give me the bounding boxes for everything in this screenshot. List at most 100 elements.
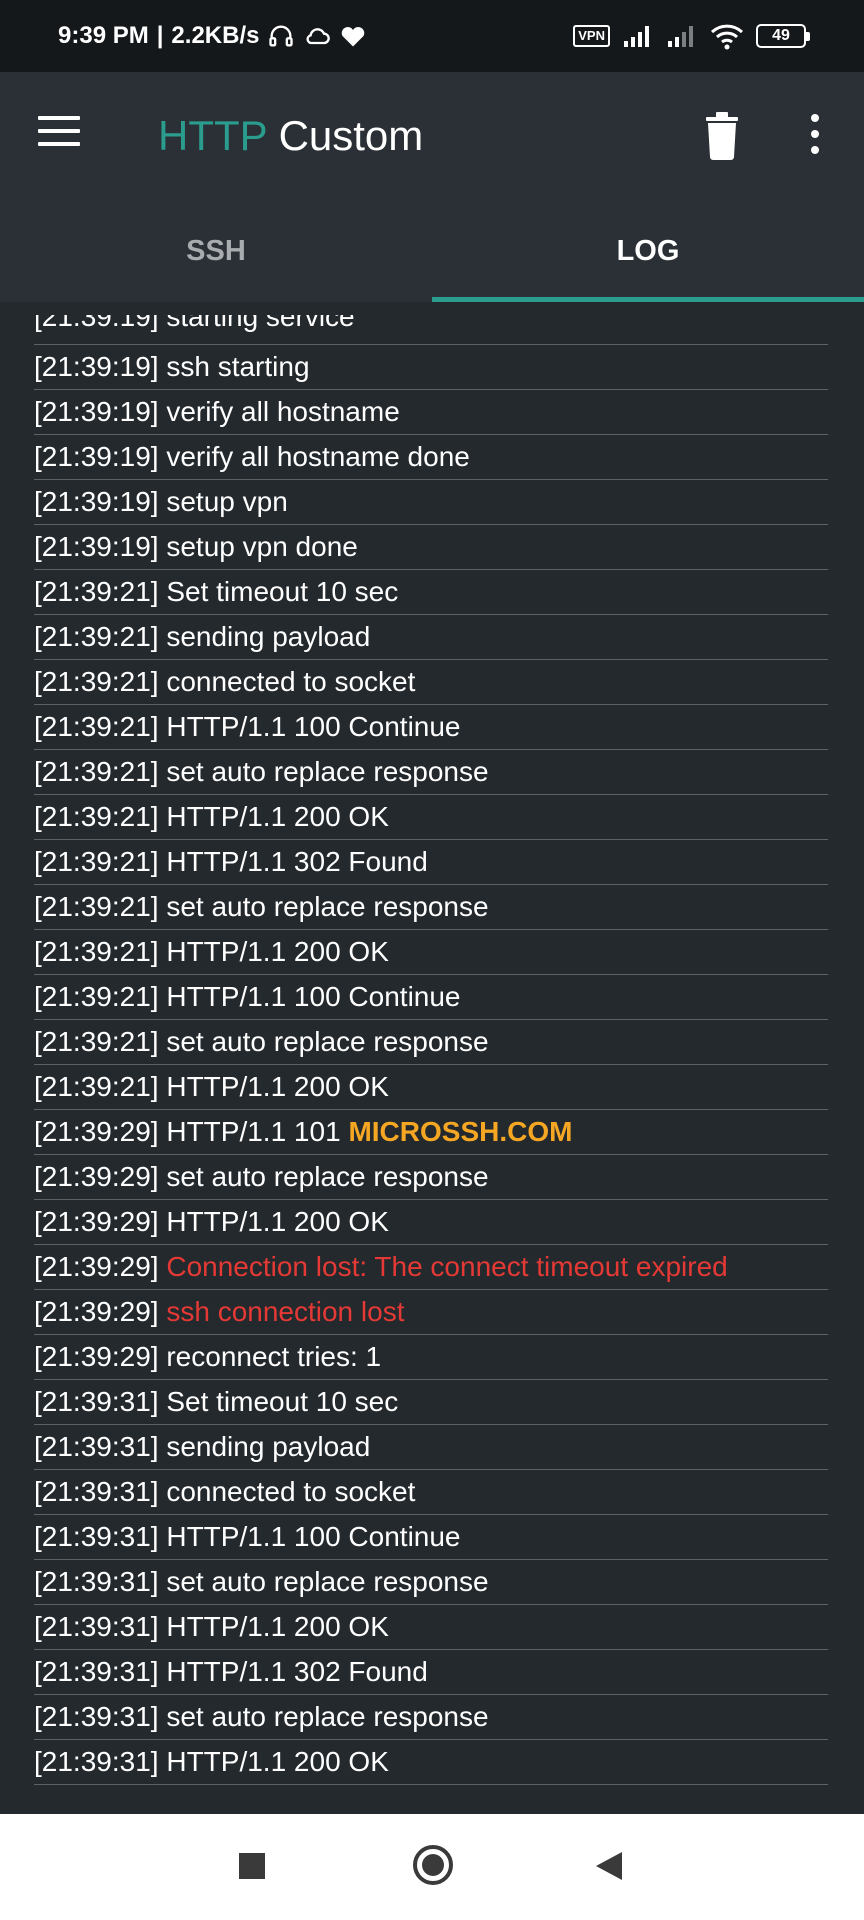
log-error-message: ssh connection lost (166, 1296, 405, 1327)
log-timestamp: [21:39:29] (34, 1296, 159, 1327)
log-entry: [21:39:21] HTTP/1.1 100 Continue (34, 975, 828, 1020)
log-entry: [21:39:19] setup vpn (34, 480, 828, 525)
log-message: reconnect tries: 1 (166, 1341, 382, 1372)
status-time: 9:39 PM (58, 22, 149, 49)
log-entry: [21:39:21] HTTP/1.1 100 Continue (34, 705, 828, 750)
tab-ssh[interactable]: SSH (0, 200, 432, 302)
log-timestamp: [21:39:29] (34, 1161, 159, 1192)
log-error-message: Connection lost: The connect timeout exp… (166, 1251, 728, 1282)
log-timestamp: [21:39:19] (34, 441, 159, 472)
log-message: ssh starting (166, 351, 310, 382)
log-entry: [21:39:21] Set timeout 10 sec (34, 570, 828, 615)
log-timestamp: [21:39:21] (34, 576, 159, 607)
wifi-icon (710, 24, 744, 50)
log-message: HTTP/1.1 100 Continue (166, 981, 461, 1012)
log-timestamp: [21:39:21] (34, 666, 159, 697)
log-entry: [21:39:29] set auto replace response (34, 1155, 828, 1200)
log-message: set auto replace response (166, 756, 489, 787)
status-right: VPN 49 (573, 22, 810, 50)
log-timestamp: [21:39:29] (34, 1116, 159, 1147)
log-message: set auto replace response (166, 1161, 489, 1192)
log-timestamp: [21:39:31] (34, 1476, 159, 1507)
log-entry: [21:39:31] set auto replace response (34, 1560, 828, 1605)
log-entry: [21:39:19] verify all hostname (34, 390, 828, 435)
navigation-bar (0, 1814, 864, 1920)
log-entry: [21:39:21] HTTP/1.1 200 OK (34, 930, 828, 975)
log-message: setup vpn (166, 486, 288, 517)
status-left: 9:39 PM | 2.2KB/s (58, 22, 367, 50)
log-timestamp: [21:39:21] (34, 621, 159, 652)
log-timestamp: [21:39:29] (34, 1251, 159, 1282)
more-vert-icon[interactable] (800, 114, 830, 158)
log-timestamp: [21:39:21] (34, 981, 159, 1012)
log-entry: [21:39:31] HTTP/1.1 200 OK (34, 1605, 828, 1650)
log-message: connected to socket (166, 666, 416, 697)
log-timestamp: [21:39:31] (34, 1566, 159, 1597)
log-timestamp: [21:39:19] (34, 351, 159, 382)
log-message: set auto replace response (166, 1026, 489, 1057)
log-message: setup vpn done (166, 531, 358, 562)
menu-icon[interactable] (38, 116, 82, 152)
log-timestamp: [21:39:29] (34, 1206, 159, 1237)
log-timestamp: [21:39:31] (34, 1701, 159, 1732)
vpn-icon: VPN (573, 25, 610, 47)
log-timestamp: [21:39:31] (34, 1386, 159, 1417)
battery-level: 49 (772, 27, 790, 44)
log-entry: [21:39:31] sending payload (34, 1425, 828, 1470)
log-entry: [21:39:31] set auto replace response (34, 1695, 828, 1740)
log-message: HTTP/1.1 200 OK (166, 936, 389, 967)
cloud-icon (306, 28, 331, 45)
signal-icon (624, 26, 649, 47)
log-message: HTTP/1.1 200 OK (166, 1746, 389, 1777)
log-timestamp: [21:39:29] (34, 1341, 159, 1372)
log-entry: [21:39:31] Set timeout 10 sec (34, 1380, 828, 1425)
log-entry: [21:39:21] HTTP/1.1 200 OK (34, 795, 828, 840)
log-timestamp: [21:39:31] (34, 1611, 159, 1642)
log-entry: [21:39:21] sending payload (34, 615, 828, 660)
log-timestamp: [21:39:21] (34, 801, 159, 832)
log-message: connected to socket (166, 1476, 416, 1507)
log-entry: [21:39:19] ssh starting (34, 345, 828, 390)
tab-bar: SSH LOG (0, 200, 864, 302)
home-circle-icon[interactable] (412, 1844, 454, 1886)
tab-log[interactable]: LOG (432, 200, 864, 302)
log-message: sending payload (166, 1431, 371, 1462)
app-title-rest: Custom (278, 112, 424, 159)
log-message: set auto replace response (166, 1566, 489, 1597)
signal-icon (668, 26, 693, 47)
log-message: HTTP/1.1 100 Continue (166, 1521, 461, 1552)
log-message: HTTP/1.1 200 OK (166, 801, 389, 832)
log-timestamp: [21:39:21] (34, 846, 159, 877)
log-timestamp: [21:39:21] (34, 711, 159, 742)
log-message: sending payload (166, 621, 371, 652)
app-bar: HTTP Custom (0, 72, 864, 200)
log-message: HTTP/1.1 302 Found (166, 1656, 428, 1687)
headset-icon (269, 25, 294, 47)
log-message: HTTP/1.1 200 OK (166, 1611, 389, 1642)
log-timestamp: [21:39:31] (34, 1656, 159, 1687)
log-message: set auto replace response (166, 891, 489, 922)
log-highlight: MICROSSH.COM (348, 1116, 573, 1147)
log-entry: [21:39:31] connected to socket (34, 1470, 828, 1515)
log-message: HTTP/1.1 200 OK (166, 1206, 389, 1237)
trash-icon[interactable] (700, 110, 744, 160)
log-message: verify all hostname done (166, 441, 470, 472)
log-timestamp: [21:39:31] (34, 1521, 159, 1552)
app-title: HTTP Custom (158, 112, 423, 160)
log-panel[interactable]: [21:39:19] starting service [21:39:19] s… (0, 302, 864, 1814)
log-entry: [21:39:21] HTTP/1.1 302 Found (34, 840, 828, 885)
log-list: [21:39:19] starting service [21:39:19] s… (34, 315, 828, 1785)
log-timestamp: [21:39:21] (34, 936, 159, 967)
log-timestamp: [21:39:21] (34, 1071, 159, 1102)
log-message: HTTP/1.1 200 OK (166, 1071, 389, 1102)
recents-square-icon[interactable] (238, 1852, 266, 1880)
log-entry: [21:39:31] HTTP/1.1 200 OK (34, 1740, 828, 1785)
log-entry: [21:39:19] setup vpn done (34, 525, 828, 570)
log-message: verify all hostname (166, 396, 400, 427)
log-entry: [21:39:21] connected to socket (34, 660, 828, 705)
log-message: HTTP/1.1 100 Continue (166, 711, 461, 742)
log-entry: [21:39:29] HTTP/1.1 200 OK (34, 1200, 828, 1245)
back-triangle-icon[interactable] (594, 1850, 624, 1882)
log-entry: [21:39:31] HTTP/1.1 100 Continue (34, 1515, 828, 1560)
log-message: Set timeout 10 sec (166, 576, 399, 607)
